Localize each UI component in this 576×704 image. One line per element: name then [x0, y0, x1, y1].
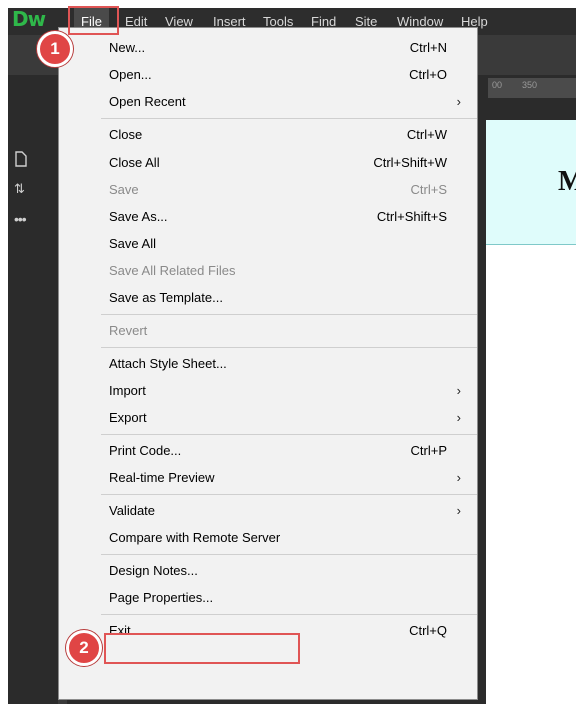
- submenu-arrow-icon: ›: [456, 94, 461, 109]
- shortcut-label: Ctrl+Shift+S: [376, 209, 447, 224]
- menu-item-open-recent[interactable]: Open Recent ›: [59, 88, 477, 115]
- menu-item-label: Save as Template...: [109, 290, 223, 305]
- shortcut-label: Ctrl+Shift+W: [373, 155, 447, 170]
- submenu-arrow-icon: ›: [456, 410, 461, 425]
- menu-separator: [101, 614, 477, 615]
- shortcut-label: Ctrl+Q: [409, 623, 447, 638]
- menu-item-attach-style-sheet[interactable]: Attach Style Sheet...: [59, 350, 477, 377]
- menu-item-label: Open Recent: [109, 94, 186, 109]
- file-menu-dropdown: New... Ctrl+N Open... Ctrl+O Open Recent…: [58, 27, 478, 700]
- menu-item-label: Open...: [109, 67, 152, 82]
- menu-item-label: Attach Style Sheet...: [109, 356, 227, 371]
- submenu-arrow-icon: ›: [456, 383, 461, 398]
- menu-item-label: Revert: [109, 323, 148, 338]
- banner-heading: M: [558, 166, 576, 197]
- menu-item-label: Real-time Preview: [109, 470, 215, 485]
- menu-item-page-properties[interactable]: Page Properties...: [59, 584, 477, 611]
- menu-item-new[interactable]: New... Ctrl+N: [59, 34, 477, 61]
- menu-item-label: Print Code...: [109, 443, 182, 458]
- menu-item-label: Export: [109, 410, 147, 425]
- design-view: M: [486, 120, 576, 704]
- menu-item-save: Save Ctrl+S: [59, 176, 477, 203]
- menu-item-label: Validate: [109, 503, 156, 518]
- menu-item-label: Save As...: [109, 209, 168, 224]
- menu-separator: [101, 554, 477, 555]
- menu-item-revert: Revert: [59, 317, 477, 344]
- menu-item-compare-remote[interactable]: Compare with Remote Server: [59, 524, 477, 551]
- menu-item-save-all[interactable]: Save All: [59, 230, 477, 257]
- menu-item-label: Import: [109, 383, 146, 398]
- menu-item-print-code[interactable]: Print Code... Ctrl+P: [59, 437, 477, 464]
- page-properties-highlight: [104, 633, 300, 664]
- menu-item-label: Compare with Remote Server: [109, 530, 281, 545]
- menu-item-import[interactable]: Import ›: [59, 377, 477, 404]
- shortcut-label: Ctrl+W: [406, 127, 447, 142]
- horizontal-ruler: 00 350: [488, 78, 576, 98]
- submenu-arrow-icon: ›: [456, 503, 461, 518]
- menu-item-label: Close: [109, 127, 143, 142]
- menu-item-label: Page Properties...: [109, 590, 214, 605]
- menu-item-label: Design Notes...: [109, 563, 198, 578]
- left-toolbar: ⇅ •••: [8, 75, 58, 704]
- sort-arrows-icon[interactable]: ⇅: [14, 181, 25, 197]
- menu-item-label: Save All Related Files: [109, 263, 236, 278]
- menu-separator: [101, 118, 477, 119]
- menu-separator: [101, 434, 477, 435]
- file-icon[interactable]: [14, 151, 28, 170]
- shortcut-label: Ctrl+S: [410, 182, 447, 197]
- more-icon[interactable]: •••: [14, 211, 27, 227]
- menu-separator: [101, 347, 477, 348]
- step-2-callout: 2: [66, 630, 102, 666]
- shortcut-label: Ctrl+N: [409, 40, 447, 55]
- menu-item-label: New...: [109, 40, 146, 55]
- menu-item-export[interactable]: Export ›: [59, 404, 477, 431]
- menu-item-realtime-preview[interactable]: Real-time Preview ›: [59, 464, 477, 491]
- file-menu-highlight: [68, 6, 119, 35]
- menu-separator: [101, 494, 477, 495]
- shortcut-label: Ctrl+O: [409, 67, 447, 82]
- menu-item-open[interactable]: Open... Ctrl+O: [59, 61, 477, 88]
- dreamweaver-logo: Dw: [12, 8, 46, 31]
- shortcut-label: Ctrl+P: [410, 443, 447, 458]
- menu-item-label: Save: [109, 182, 139, 197]
- menu-item-save-template[interactable]: Save as Template...: [59, 284, 477, 311]
- menu-item-close-all[interactable]: Close All Ctrl+Shift+W: [59, 149, 477, 176]
- ruler-tick-label: 00: [492, 80, 503, 90]
- ruler-tick-label: 350: [522, 80, 538, 90]
- menu-separator: [101, 314, 477, 315]
- menu-item-save-all-related: Save All Related Files: [59, 257, 477, 284]
- submenu-arrow-icon: ›: [456, 470, 461, 485]
- menu-item-save-as[interactable]: Save As... Ctrl+Shift+S: [59, 203, 477, 230]
- page-banner: M: [486, 120, 576, 245]
- menu-item-label: Save All: [109, 236, 156, 251]
- menu-item-close[interactable]: Close Ctrl+W: [59, 121, 477, 148]
- menu-item-design-notes[interactable]: Design Notes...: [59, 557, 477, 584]
- menu-item-label: Close All: [109, 155, 160, 170]
- step-1-callout: 1: [37, 31, 73, 67]
- menu-item-validate[interactable]: Validate ›: [59, 497, 477, 524]
